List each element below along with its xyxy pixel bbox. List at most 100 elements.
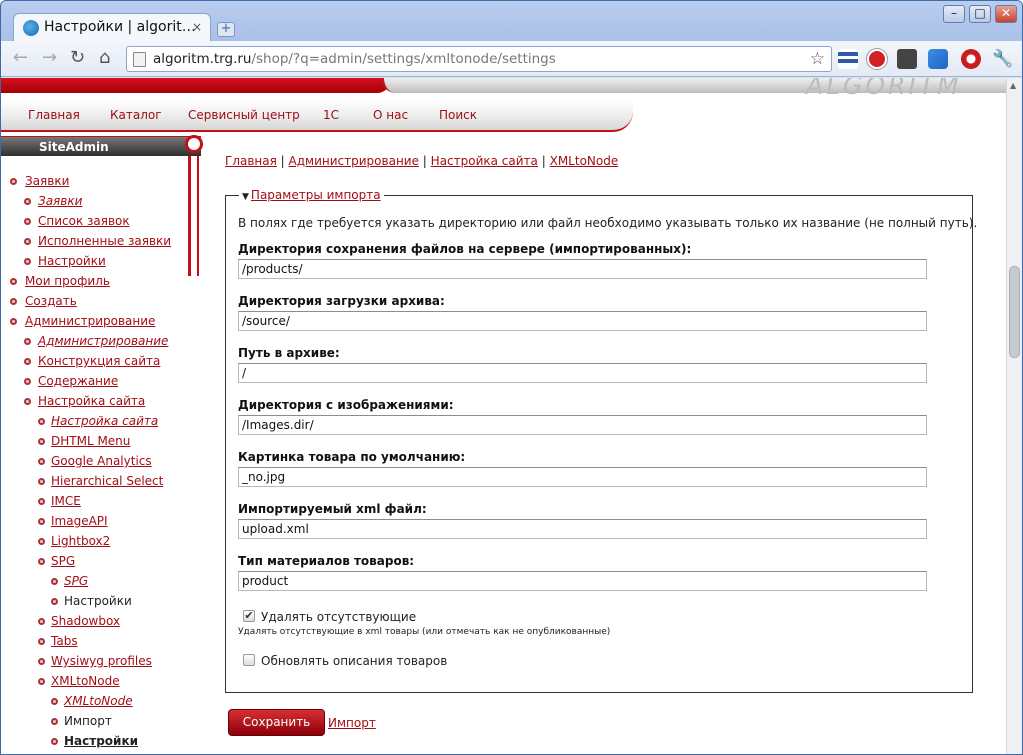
sidebar-item[interactable]: Lightbox2 <box>51 534 110 548</box>
forward-icon[interactable]: → <box>42 49 57 67</box>
sidebar-item[interactable]: Содержание <box>38 374 118 388</box>
menu-bars-icon[interactable] <box>838 49 858 69</box>
adblock-icon[interactable] <box>867 49 887 69</box>
update-desc-checkbox[interactable] <box>243 654 255 666</box>
import-link[interactable]: Импорт <box>328 716 376 730</box>
sidebar-item[interactable]: Настройки <box>64 734 138 748</box>
sidebar-bullet-icon <box>51 738 58 745</box>
field-label-save-dir: Директория сохранения файлов на сервере … <box>238 242 692 256</box>
sidebar-item[interactable]: Hierarchical Select <box>51 474 163 488</box>
sidebar-item[interactable]: Создать <box>25 294 77 308</box>
sidebar-item[interactable]: ImageAPI <box>51 514 108 528</box>
header-red-bar <box>1 78 391 93</box>
sidebar-bullet-icon <box>24 258 31 265</box>
field-label-content-type: Тип материалов товаров: <box>238 554 415 568</box>
sidebar-item[interactable]: Заявки <box>38 194 82 208</box>
browser-tab[interactable]: Настройки | algorit… × <box>13 13 211 43</box>
sidebar-bullet-icon <box>24 218 31 225</box>
sidebar-bullet-icon <box>24 338 31 345</box>
sidebar-bullet-icon <box>38 518 45 525</box>
sidebar-item[interactable]: Настройка сайта <box>51 414 158 428</box>
site-main-menu: Главная Каталог Сервисный центр 1С О нас… <box>1 100 633 132</box>
opera-icon[interactable] <box>961 49 981 69</box>
sidebar-item[interactable]: SPG <box>51 554 75 568</box>
sidebar-item[interactable]: Настройки <box>64 594 132 608</box>
url-text[interactable]: algoritm.trg.ru/shop/?q=admin/settings/x… <box>153 51 556 67</box>
fieldset-legend[interactable]: ▼ Параметры импорта <box>239 188 384 202</box>
delete-missing-checkbox[interactable]: ✔ <box>243 610 255 622</box>
field-label-default-image: Картинка товара по умолчанию: <box>238 450 466 464</box>
collapse-triangle-icon[interactable]: ▼ <box>242 192 249 202</box>
close-icon[interactable]: ✕ <box>995 5 1017 23</box>
scrollbar-thumb[interactable] <box>1009 266 1020 358</box>
vertical-scrollbar[interactable]: ▲ <box>1006 78 1022 754</box>
menu-item-service[interactable]: Сервисный центр <box>188 108 300 122</box>
sidebar-item[interactable]: SPG <box>64 574 88 588</box>
sidebar-item[interactable]: Импорт <box>64 714 112 728</box>
images-dir-input[interactable] <box>238 415 927 435</box>
sidebar-bullet-icon <box>38 418 45 425</box>
sidebar-item[interactable]: Исполненные заявки <box>38 234 171 248</box>
menu-item-catalog[interactable]: Каталог <box>110 108 162 122</box>
sidebar-item[interactable]: Администрирование <box>38 334 168 348</box>
sidebar-bullet-icon <box>51 578 58 585</box>
breadcrumb-separator: | <box>541 154 546 168</box>
menu-item-search[interactable]: Поиск <box>439 108 477 122</box>
sidebar-item[interactable]: Google Analytics <box>51 454 152 468</box>
sidebar-item[interactable]: Настройка сайта <box>38 394 145 408</box>
breadcrumb-separator: | <box>280 154 285 168</box>
back-icon[interactable]: ← <box>13 49 28 67</box>
address-bar[interactable]: algoritm.trg.ru/shop/?q=admin/settings/x… <box>126 46 832 72</box>
tab-close-icon[interactable]: × <box>192 20 202 34</box>
sidebar-bullet-icon <box>38 558 45 565</box>
sidebar-item[interactable]: Tabs <box>51 634 78 648</box>
dropbox-icon[interactable] <box>928 49 948 69</box>
sidebar-item[interactable]: Мои профиль <box>25 274 110 288</box>
sidebar-item[interactable]: Администрирование <box>25 314 155 328</box>
home-icon[interactable]: ⌂ <box>99 49 110 67</box>
sidebar-item[interactable]: XMLtoNode <box>64 694 133 708</box>
reload-icon[interactable]: ↻ <box>70 49 85 67</box>
xml-file-input[interactable] <box>238 519 927 539</box>
sidebar-rail <box>188 156 202 276</box>
sidebar-item[interactable]: Заявки <box>25 174 69 188</box>
url-path: /shop/?q=admin/settings/xmltonode/settin… <box>251 51 556 67</box>
update-desc-label: Обновлять описания товаров <box>261 654 448 668</box>
upload-dir-input[interactable] <box>238 311 927 331</box>
content-type-input[interactable] <box>238 571 927 591</box>
menu-item-about[interactable]: О нас <box>373 108 408 122</box>
archive-path-input[interactable] <box>238 363 927 383</box>
breadcrumb-home[interactable]: Главная <box>225 154 277 168</box>
maximize-icon[interactable]: □ <box>969 5 991 23</box>
drupal-favicon-icon <box>23 20 39 36</box>
menu-item-1c[interactable]: 1С <box>323 108 339 122</box>
breadcrumb-xmltonode[interactable]: XMLtoNode <box>550 154 619 168</box>
breadcrumb-site-settings[interactable]: Настройка сайта <box>431 154 538 168</box>
minimize-icon[interactable]: – <box>943 5 965 23</box>
breadcrumb: Главная | Администрирование | Настройка … <box>225 154 618 168</box>
scroll-up-icon[interactable]: ▲ <box>1010 81 1016 90</box>
new-tab-button[interactable]: + <box>217 22 235 37</box>
delete-missing-label: Удалять отсутствующие <box>261 610 417 624</box>
sidebar-item[interactable]: Конструкция сайта <box>38 354 160 368</box>
sidebar-item[interactable]: IMCE <box>51 494 81 508</box>
save-dir-input[interactable] <box>238 259 927 279</box>
sidebar-bullet-icon <box>24 198 31 205</box>
camera-icon[interactable] <box>897 49 917 69</box>
sidebar-item[interactable]: Wysiwyg profiles <box>51 654 152 668</box>
sidebar-item[interactable]: XMLtoNode <box>51 674 120 688</box>
menu-item-home[interactable]: Главная <box>28 108 80 122</box>
sidebar-item[interactable]: Список заявок <box>38 214 130 228</box>
save-button[interactable]: Сохранить <box>228 709 325 736</box>
fieldset-legend-link[interactable]: Параметры импорта <box>251 188 381 202</box>
sidebar-item[interactable]: Shadowbox <box>51 614 120 628</box>
default-image-input[interactable] <box>238 467 927 487</box>
sidebar-item[interactable]: DHTML Menu <box>51 434 130 448</box>
bookmark-star-icon[interactable]: ☆ <box>810 49 825 69</box>
field-label-images-dir: Директория с изображениями: <box>238 398 454 412</box>
sidebar-item[interactable]: Настройки <box>38 254 106 268</box>
breadcrumb-admin[interactable]: Администрирование <box>289 154 419 168</box>
sidebar-bullet-icon <box>10 278 17 285</box>
sidebar-bullet-icon <box>10 298 17 305</box>
wrench-icon[interactable]: 🔧 <box>992 49 1013 69</box>
